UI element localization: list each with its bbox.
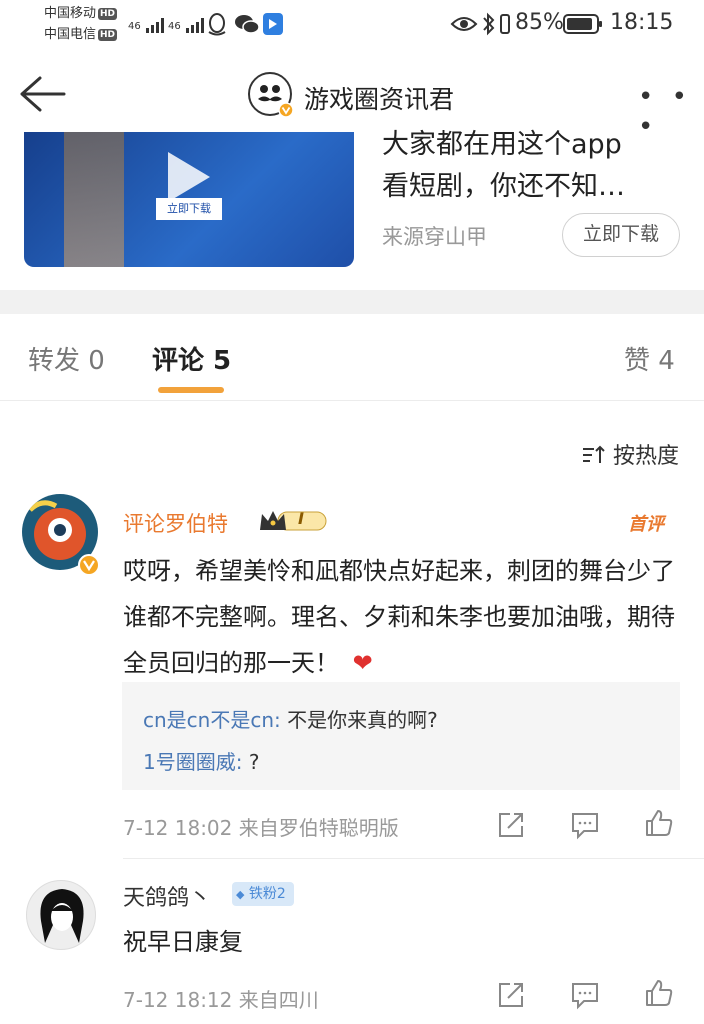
verified-icon [78, 554, 100, 576]
comment-text: 祝早日康复 [123, 928, 243, 956]
section-divider [0, 290, 704, 314]
tab-comment[interactable]: 评论 5 [152, 340, 231, 377]
ad-headline[interactable]: 大家都在用这个app 看短剧，你还不知… [382, 124, 625, 208]
presenter-figure [64, 132, 124, 267]
comment-meta: 7-12 18:12 来自四川 [123, 988, 319, 1012]
more-options-icon[interactable]: • • • [638, 82, 704, 142]
like-icon[interactable] [644, 978, 674, 1008]
signal-icon: 46 [168, 14, 204, 33]
tab-like[interactable]: 赞 4 [624, 340, 675, 377]
battery-icon [563, 14, 602, 34]
first-comment-tag: 首评 [628, 514, 664, 535]
eye-icon [450, 17, 478, 31]
ad-video-thumbnail[interactable]: 立即下载 [24, 132, 354, 267]
comment-username[interactable]: 评论罗伯特 [123, 508, 228, 538]
download-button[interactable]: 立即下载 [562, 213, 680, 257]
like-icon[interactable] [644, 808, 674, 838]
anime-character-avatar [40, 889, 84, 943]
battery-percent: 85% [515, 10, 564, 35]
page-title: 游戏圈资讯君 [304, 85, 455, 114]
comment-icon[interactable] [570, 810, 600, 840]
comment-divider [123, 858, 704, 859]
avatar[interactable] [26, 880, 96, 950]
app-notification-icon [263, 13, 283, 35]
reply-text: ? [242, 750, 260, 774]
qq-icon [208, 13, 226, 36]
active-tab-indicator [158, 387, 224, 393]
sort-icon [583, 445, 605, 463]
sort-label: 按热度 [613, 444, 680, 469]
fan-level-badge: ◆ 铁粉2 [232, 882, 294, 906]
vibrate-icon [500, 14, 510, 34]
comment-meta: 7-12 18:02 来自罗伯特聪明版 [123, 816, 399, 840]
member-level-badge: I [258, 508, 330, 534]
comment-text: 哎呀，希望美怜和凪都快点好起来，刺团的舞台少了谁都不完整啊。理名、夕莉和朱李也要… [123, 557, 675, 677]
reply-text: 不是你来真的啊? [280, 708, 438, 732]
ad-image-download-button[interactable]: 立即下载 [156, 198, 222, 220]
hd-badge: HD [98, 7, 118, 20]
signal-icon: 46 [128, 14, 164, 33]
reply-item[interactable]: 1号圈圈威: ? [143, 746, 259, 775]
clock: 18:15 [610, 10, 674, 35]
share-icon[interactable] [496, 810, 526, 840]
reply-author[interactable]: 1号圈圈威: [143, 750, 242, 774]
tab-divider [0, 400, 704, 401]
reply-author[interactable]: cn是cn不是cn: [143, 708, 281, 732]
comment-icon[interactable] [570, 980, 600, 1010]
back-arrow-icon[interactable] [18, 74, 66, 114]
hd-badge: HD [98, 28, 118, 41]
crown-icon [260, 511, 327, 531]
ad-source: 来源穿山甲 [382, 225, 487, 249]
sort-toggle[interactable]: 按热度 [582, 438, 679, 470]
carrier-2: 中国电信 [44, 27, 97, 42]
diamond-icon: ◆ [236, 888, 245, 901]
wechat-icon [235, 15, 260, 34]
tab-repost[interactable]: 转发 0 [28, 340, 105, 377]
heart-icon: ❤ [352, 649, 373, 677]
comment-username[interactable]: 天鸽鸽丶 [123, 880, 211, 912]
share-icon[interactable] [496, 980, 526, 1010]
carrier-1: 中国移动 [44, 6, 97, 21]
bluetooth-icon [483, 12, 495, 36]
status-bar: 中国移动 HD 中国电信 HD 46 46 85% 18:15 [0, 0, 704, 50]
verified-icon [278, 102, 294, 118]
account-avatar[interactable] [248, 72, 294, 118]
reply-item[interactable]: cn是cn不是cn: 不是你来真的啊? [143, 704, 438, 733]
